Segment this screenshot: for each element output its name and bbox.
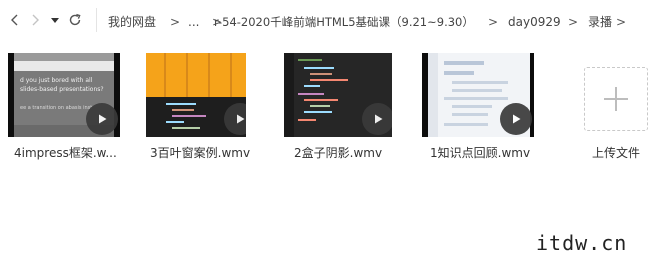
file-name[interactable]: 1知识点回顾.wmv [430, 145, 530, 161]
upload-file-button[interactable] [584, 67, 648, 131]
play-button[interactable] [500, 103, 532, 135]
forward-button[interactable] [26, 8, 44, 32]
refresh-icon [69, 13, 81, 26]
arrow-right-icon [32, 14, 39, 26]
play-icon [99, 114, 107, 124]
thumbnail-caption: slides-based presentations? [20, 86, 104, 93]
breadcrumb-separator: > [170, 15, 181, 29]
breadcrumb-separator: > [616, 15, 627, 29]
refresh-button[interactable] [66, 8, 84, 32]
back-button[interactable] [6, 8, 24, 32]
play-icon [513, 114, 521, 124]
file-name[interactable]: 3百叶窗案例.wmv [150, 145, 250, 161]
breadcrumb-separator: > [488, 15, 499, 29]
breadcrumb-item-recordings[interactable]: 录播 [588, 13, 612, 31]
video-thumbnail[interactable] [284, 53, 392, 137]
breadcrumb-item-course-folder[interactable]: r-54-2020千峰前端HTML5基础课（9.21~9.30） [214, 13, 474, 31]
play-icon [375, 114, 383, 124]
play-button[interactable] [362, 103, 392, 135]
history-dropdown-button[interactable] [48, 8, 62, 32]
video-thumbnail[interactable]: d you just bored with all slides-based p… [8, 53, 120, 137]
arrow-left-icon [11, 14, 18, 26]
breadcrumb-item-ellipsis[interactable]: ... [188, 13, 199, 31]
breadcrumb-item-my-drive[interactable]: 我的网盘 [108, 13, 156, 31]
thumbnail-caption: d you just bored with all [20, 77, 93, 84]
breadcrumb-separator: > [568, 15, 579, 29]
play-icon [237, 114, 245, 124]
breadcrumb-item-day0929[interactable]: day0929 [508, 13, 561, 31]
plus-icon [604, 87, 628, 111]
file-name[interactable]: 4impress框架.w... [14, 145, 117, 161]
upload-file-label[interactable]: 上传文件 [592, 145, 640, 161]
video-thumbnail[interactable] [146, 53, 246, 137]
navigation-bar: 我的网盘 > ... > r-54-2020千峰前端HTML5基础课（9.21~… [0, 0, 658, 42]
chevron-down-icon [51, 18, 59, 23]
video-thumbnail[interactable] [422, 53, 534, 137]
play-button[interactable] [86, 103, 118, 135]
thumbnail-caption: ee a transition on abasis inst [20, 105, 93, 111]
file-name[interactable]: 2盒子阴影.wmv [294, 145, 382, 161]
toolbar-divider [96, 8, 97, 32]
watermark: itdw.cn [536, 231, 628, 255]
